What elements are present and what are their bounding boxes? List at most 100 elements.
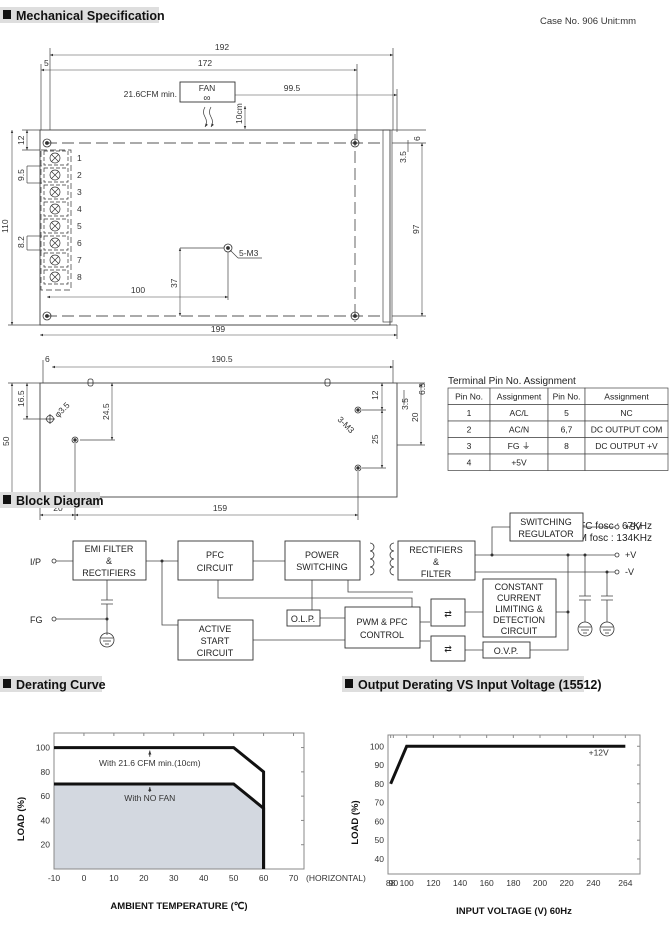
transformer-icon: [369, 542, 395, 576]
block-diagram: I/P FG EMI FILTER & RECTIFIERS PFC CIRCU…: [30, 512, 641, 662]
dim-190-5: 190.5: [211, 354, 233, 364]
terminal-number: 3: [77, 187, 82, 197]
output-minus-v-label: -V: [625, 567, 634, 577]
section-header-derating: Derating Curve: [0, 676, 106, 692]
fg-label: FG: [30, 615, 43, 625]
x-tick-label: 264: [618, 878, 632, 888]
block-label: CIRCUIT: [197, 648, 234, 658]
table-cell: 8: [564, 441, 569, 451]
x-tick-label: 160: [480, 878, 494, 888]
y-tick-label: 70: [375, 798, 385, 808]
y-axis-label: LOAD (%): [16, 797, 27, 841]
derating-curve-chart: 20 40 60 80 100 -10 0 10 20 30 40 50 60 70 (HORIZONTAL…: [16, 732, 366, 912]
dim-159: 159: [213, 503, 227, 513]
dim-24-5: 24.5: [101, 403, 111, 420]
dim-12: 12: [16, 135, 26, 145]
rectifiers-filter-block: RECTIFIERS & FILTER: [397, 540, 476, 581]
x-tick-label: 20: [139, 873, 149, 883]
olp-block: O.L.P.: [286, 609, 321, 627]
table-cell: 2: [467, 425, 472, 435]
block-label: EMI FILTER: [85, 544, 134, 554]
block-label: DETECTION: [493, 615, 545, 625]
x-tick-label: 180: [506, 878, 520, 888]
dim-6: 6: [412, 136, 422, 141]
section-title: Mechanical Specification: [16, 9, 165, 23]
table-row: 1 AC/L 5 NC: [447, 404, 669, 422]
section-header-mechanical: Mechanical Specification: [0, 7, 165, 23]
table-cell: Assignment: [604, 392, 649, 402]
block-label: SWITCHING: [520, 517, 572, 527]
airflow-arrows-icon: [203, 106, 215, 128]
x-axis-suffix: (HORIZONTAL): [306, 873, 366, 883]
dim-100: 100: [131, 285, 145, 295]
table-cell: DC OUTPUT COM: [591, 425, 663, 435]
optocoupler-icon: ⇄ ⇄: [430, 598, 466, 662]
table-cell: 3: [467, 441, 472, 451]
block-label: &: [433, 557, 439, 567]
dim-97: 97: [411, 224, 421, 234]
block-label: START: [201, 636, 230, 646]
block-label: REGULATOR: [518, 529, 574, 539]
section-header-output-derating: Output Derating VS Input Voltage (15512): [342, 676, 602, 692]
dim-20-right: 20: [410, 412, 420, 422]
block-label: RECTIFIERS: [409, 545, 463, 555]
dim-10cm: 10cm: [234, 103, 244, 124]
block-label: O.V.P.: [494, 646, 519, 656]
section-header-block-diagram: Block Diagram: [0, 492, 104, 508]
mounting-holes: [42, 138, 360, 321]
x-tick-label: 30: [169, 873, 179, 883]
case-info: Case No. 906 Unit:mm: [540, 16, 636, 27]
x-tick-label: 220: [560, 878, 574, 888]
dim-192: 192: [215, 42, 229, 52]
dim-172: 172: [198, 58, 212, 68]
power-switching-block: POWER SWITCHING: [284, 540, 361, 581]
output-5v-label: +5V: [625, 522, 641, 532]
y-axis-label: LOAD (%): [350, 800, 361, 844]
table-cell: Assignment: [497, 392, 542, 402]
table-cell: FG ⏚: [508, 441, 531, 451]
block-label: CONTROL: [360, 630, 404, 640]
x-tick-label: 60: [259, 873, 269, 883]
y-tick-label: 100: [36, 743, 50, 753]
table-cell: 6,7: [561, 425, 573, 435]
table-cell: 4: [467, 458, 472, 468]
block-label: CURRENT: [497, 593, 542, 603]
table-cell: AC/L: [510, 408, 529, 418]
x-axis-label: INPUT VOLTAGE (V) 60Hz: [456, 906, 572, 917]
terminal-number: 1: [77, 153, 82, 163]
table-cell: +5V: [511, 458, 527, 468]
block-label: CIRCUIT: [197, 563, 234, 573]
y-tick-label: 60: [41, 791, 51, 801]
x-tick-label: 70: [289, 873, 299, 883]
dim-50: 50: [1, 436, 11, 446]
svg-text:⇄: ⇄: [444, 644, 452, 654]
fan-label: FAN: [199, 83, 216, 93]
svg-text:⇄: ⇄: [444, 609, 452, 619]
terminal-number: 7: [77, 255, 82, 265]
dim-3-5: 3.5: [398, 151, 408, 163]
table-row: 2 AC/N 6,7 DC OUTPUT COM: [447, 420, 669, 438]
y-tick-label: 90: [375, 760, 385, 770]
output-derating-chart: 4050607080901008890 100 120 140 160 180 200 220…: [350, 734, 641, 917]
table-cell: Pin No.: [455, 392, 483, 402]
dim-phi-3-5: φ3.5: [52, 400, 72, 420]
output-plus-v-label: +V: [625, 550, 636, 560]
block-label: CIRCUIT: [501, 626, 538, 636]
emi-filter-block: EMI FILTER & RECTIFIERS: [72, 540, 147, 581]
x-tick-label: 240: [586, 878, 600, 888]
constant-current-block: CONSTANT CURRENT LIMITING & DETECTION CI…: [482, 578, 557, 638]
terminal-number: 6: [77, 238, 82, 248]
table-header-row: Pin No. Assignment Pin No. Assignment: [447, 387, 669, 405]
x-tick-label: 90: [389, 878, 399, 888]
cfm-label: 21.6CFM min.: [124, 89, 177, 99]
y-tick-label: 100: [370, 741, 384, 751]
switching-regulator-block: SWITCHING REGULATOR: [509, 512, 584, 542]
dim-199: 199: [211, 324, 225, 334]
block-label: LIMITING &: [495, 604, 543, 614]
dim-12: 12: [370, 390, 380, 400]
block-label: SWITCHING: [296, 562, 348, 572]
block-label: RECTIFIERS: [82, 568, 136, 578]
table-cell: Pin No.: [553, 392, 581, 402]
x-tick-label: 10: [109, 873, 119, 883]
active-start-block: ACTIVE START CIRCUIT: [177, 619, 254, 661]
